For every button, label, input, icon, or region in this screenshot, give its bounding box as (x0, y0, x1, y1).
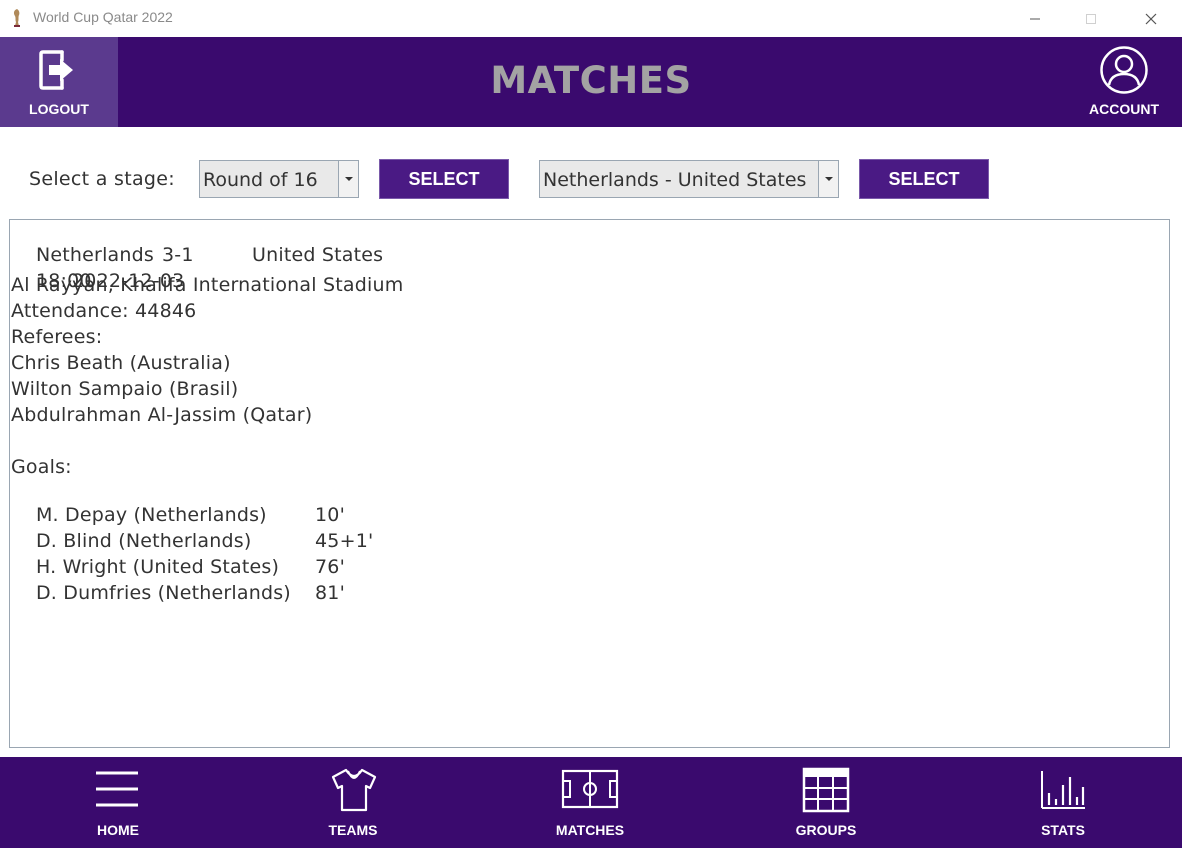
minimize-button[interactable] (1012, 0, 1058, 37)
goal-item: H. Wright (United States) 76' (11, 534, 345, 578)
stage-label: Select a stage: (29, 168, 175, 190)
nav-home[interactable]: HOME (48, 757, 188, 848)
header-bar: LOGOUT MATCHES ACCOUNT (0, 37, 1182, 127)
stage-select-value: Round of 16 (203, 169, 318, 191)
chevron-down-icon (344, 177, 353, 181)
stage-dropdown-arrow[interactable] (338, 161, 358, 197)
goal-minute: 81' (315, 582, 345, 604)
close-button[interactable] (1128, 0, 1174, 37)
window-titlebar: World Cup Qatar 2022 (0, 0, 1182, 37)
match-select-value: Netherlands - United States (543, 169, 807, 191)
nav-groups[interactable]: GROUPS (756, 757, 896, 848)
goal-minute: 76' (315, 556, 345, 578)
close-icon (1145, 13, 1157, 24)
match-details-panel[interactable]: Netherlands 3-1 United States 18:00 2022-12… (9, 219, 1170, 748)
stage-select[interactable]: Round of 16 (199, 160, 359, 198)
select-stage-button[interactable]: SELECT (379, 159, 509, 199)
nav-stats[interactable]: STATS (993, 757, 1133, 848)
nav-teams-label: TEAMS (328, 822, 378, 838)
nav-home-label: HOME (97, 822, 139, 838)
score-line: Netherlands 3-1 United States (11, 222, 383, 266)
grid-table-icon (802, 767, 850, 813)
attendance: Attendance: 44846 (11, 300, 197, 322)
time-date-line: 18:00 2022-12-03 (11, 248, 184, 292)
nav-stats-label: STATS (1041, 822, 1085, 838)
hamburger-menu-icon (96, 771, 138, 807)
nav-matches[interactable]: MATCHES (520, 757, 660, 848)
shirt-icon (331, 768, 377, 812)
venue: Al Rayyan, Khalifa International Stadium (11, 274, 404, 296)
nav-matches-label: MATCHES (555, 822, 625, 838)
goals-label: Goals: (11, 456, 72, 478)
minimize-icon (1030, 18, 1040, 19)
goal-item: M. Depay (Netherlands) 10' (11, 482, 345, 526)
goal-minute: 45+1' (315, 530, 374, 552)
goal-minute: 10' (315, 504, 345, 526)
maximize-button[interactable] (1068, 0, 1114, 37)
nav-teams[interactable]: TEAMS (283, 757, 423, 848)
nav-groups-label: GROUPS (795, 822, 857, 838)
football-pitch-icon (561, 769, 619, 809)
goal-item: D. Dumfries (Netherlands) 81' (11, 560, 345, 604)
chevron-down-icon (824, 177, 833, 181)
window-title: World Cup Qatar 2022 (33, 9, 173, 25)
goal-item: D. Blind (Netherlands) 45+1' (11, 508, 373, 552)
page-title: MATCHES (490, 59, 692, 102)
goal-player: D. Dumfries (Netherlands) (35, 582, 291, 604)
select-match-button[interactable]: SELECT (859, 159, 989, 199)
bottom-navigation: HOME TEAMS MATCHES GROUPS STATS (0, 757, 1182, 848)
maximize-icon (1086, 13, 1096, 24)
user-account-icon (1100, 46, 1148, 94)
match-select[interactable]: Netherlands - United States (539, 160, 839, 198)
account-button[interactable]: ACCOUNT (1078, 37, 1170, 127)
away-team: United States (252, 244, 384, 266)
match-score: 3-1 (162, 244, 194, 266)
bar-chart-icon (1041, 771, 1085, 809)
trophy-icon (13, 9, 20, 27)
referee-item: Chris Beath (Australia) (11, 352, 231, 374)
referee-item: Wilton Sampaio (Brasil) (11, 378, 239, 400)
match-dropdown-arrow[interactable] (818, 161, 838, 197)
logout-label: LOGOUT (29, 101, 89, 117)
referee-item: Abdulrahman Al-Jassim (Qatar) (11, 404, 313, 426)
account-label: ACCOUNT (1089, 101, 1159, 117)
referees-label: Referees: (11, 326, 103, 348)
